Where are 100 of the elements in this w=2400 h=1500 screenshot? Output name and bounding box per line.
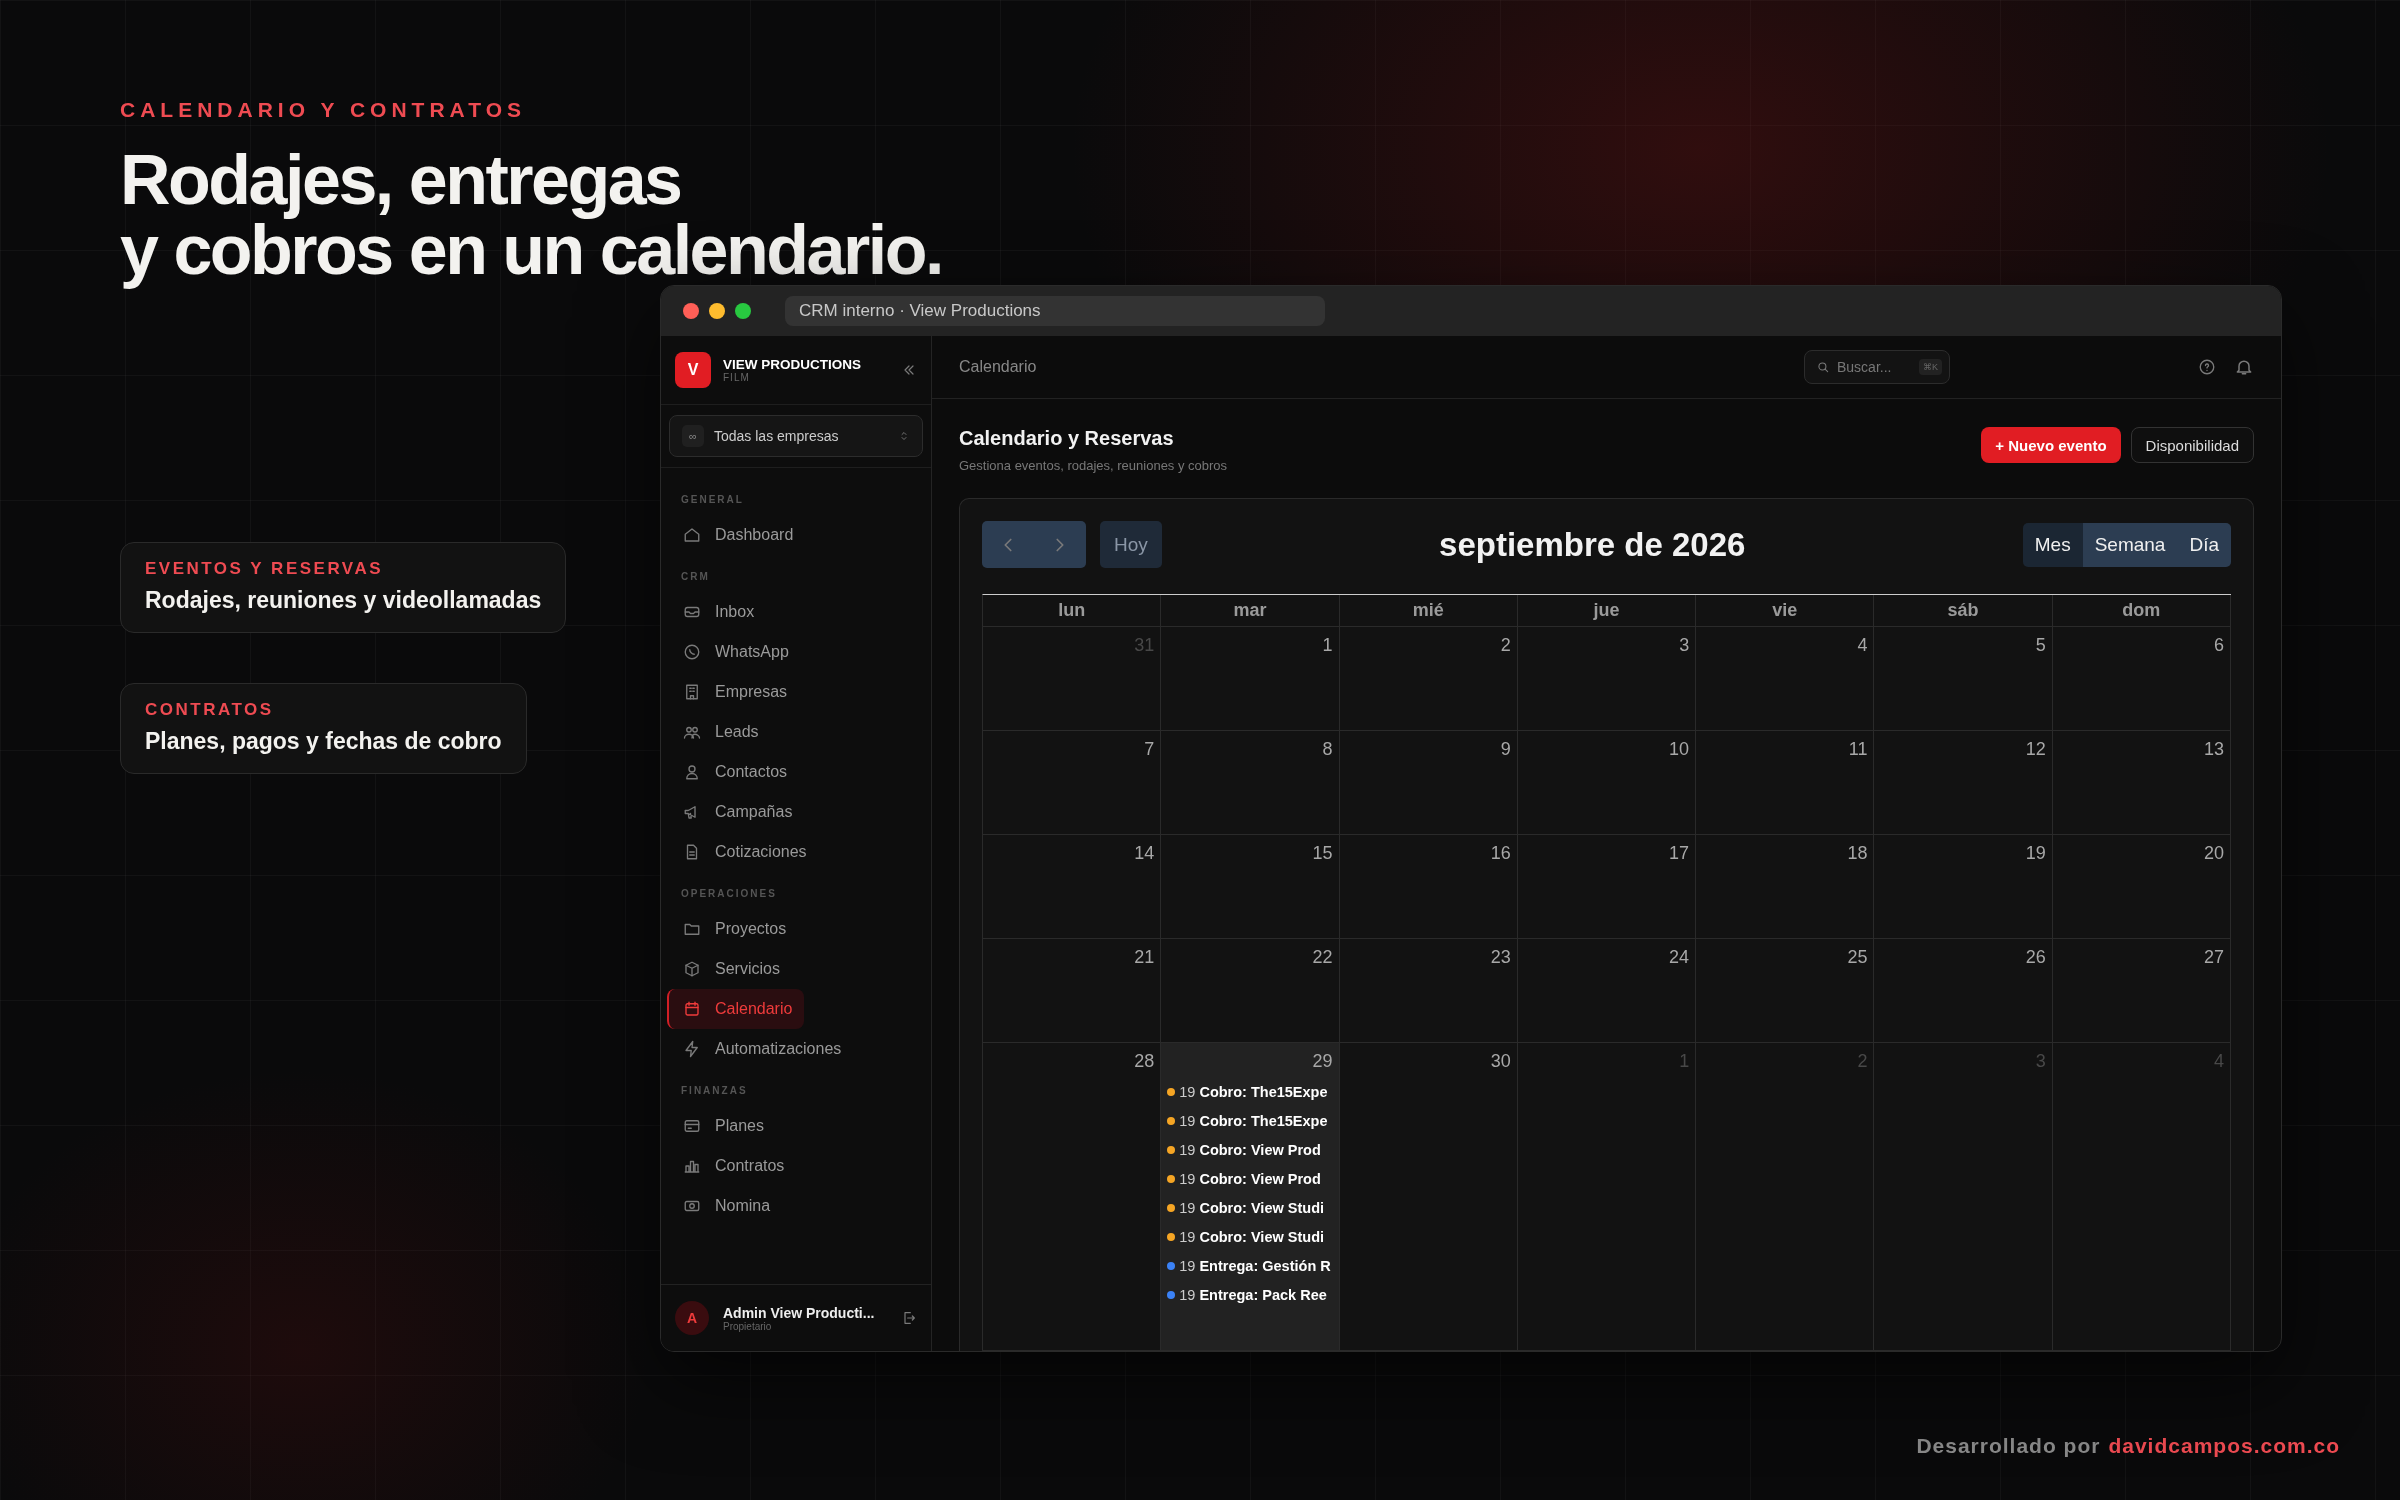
weekday-header: sáb [1874, 595, 2053, 627]
day-cell[interactable]: 15 [1161, 835, 1340, 939]
day-number: 15 [1312, 843, 1333, 864]
day-cell[interactable]: 13 [2052, 731, 2231, 835]
day-cell[interactable]: 26 [1874, 939, 2053, 1043]
day-cell[interactable]: 5 [1874, 627, 2053, 731]
calendar-event[interactable]: 19 Cobro: The15Expe [1167, 1084, 1333, 1100]
sidebar-item[interactable]: Contratos [667, 1146, 925, 1186]
day-number: 9 [1500, 739, 1511, 760]
sidebar-item[interactable]: Contactos [667, 752, 925, 792]
company-picker[interactable]: ∞ Todas las empresas [669, 415, 923, 457]
section-heading: CRM [680, 571, 711, 582]
weekday-header: lun [983, 595, 1162, 627]
day-cell[interactable]: 23 [1339, 939, 1518, 1043]
view-tab[interactable]: Día [2177, 522, 2231, 567]
day-number: 7 [1144, 739, 1155, 760]
sidebar-item[interactable]: Proyectos [667, 909, 925, 949]
day-cell[interactable]: 11 [1696, 731, 1875, 835]
new-event-button[interactable]: + Nuevo evento [1981, 427, 2121, 463]
day-cell[interactable]: 4 [1696, 627, 1875, 731]
day-cell[interactable]: 14 [983, 835, 1162, 939]
day-cell[interactable]: 3 [1517, 627, 1697, 731]
cube-icon [683, 960, 701, 978]
home-icon [683, 526, 701, 544]
day-cell[interactable]: 30 [1339, 1043, 1518, 1351]
credit-card-icon [683, 1117, 701, 1135]
sidebar-item[interactable]: Planes [667, 1106, 925, 1146]
sidebar-item[interactable]: Calendario [667, 989, 805, 1029]
calendar-event[interactable]: 19 Cobro: View Prod [1167, 1171, 1333, 1187]
day-cell[interactable]: 24 [1517, 939, 1697, 1043]
weekday-header: jue [1517, 595, 1697, 627]
day-cell[interactable]: 16 [1339, 835, 1518, 939]
day-cell[interactable]: 21 [983, 939, 1162, 1043]
window-title: CRM interno · View Productions [785, 296, 1325, 326]
sidebar-item[interactable]: Leads [667, 712, 925, 752]
maximize-button[interactable] [735, 303, 751, 319]
day-number: 4 [1857, 635, 1868, 656]
day-cell[interactable]: 19 [1874, 835, 2053, 939]
user-role: Propietario [723, 1320, 773, 1332]
day-number: 21 [1134, 947, 1155, 968]
sidebar-item[interactable]: Inbox [667, 592, 925, 632]
building-icon [683, 683, 701, 701]
logout-icon [901, 1310, 917, 1326]
view-tab[interactable]: Mes [2022, 522, 2083, 567]
minimize-button[interactable] [709, 303, 725, 319]
day-number: 17 [1669, 843, 1690, 864]
day-cell[interactable]: 9 [1339, 731, 1518, 835]
lightning-icon [683, 1040, 701, 1058]
section-heading: GENERAL [680, 494, 745, 505]
section-heading: OPERACIONES [680, 888, 778, 899]
day-cell[interactable]: 8 [1161, 731, 1340, 835]
today-button[interactable]: Hoy [1100, 521, 1162, 568]
sidebar-item[interactable]: WhatsApp [667, 632, 925, 672]
feature-text: Rodajes, reuniones y videollamadas [145, 587, 542, 614]
weekday-header: mié [1339, 595, 1518, 627]
feature-label: EVENTOS Y RESERVAS [145, 559, 385, 579]
sidebar-item[interactable]: Dashboard [667, 515, 925, 555]
calendar-event[interactable]: 19 Cobro: View Studi [1167, 1200, 1333, 1216]
availability-button[interactable]: Disponibilidad [2130, 427, 2254, 463]
day-cell[interactable]: 18 [1696, 835, 1875, 939]
day-cell[interactable]: 25 [1696, 939, 1875, 1043]
section-heading: FINANZAS [680, 1085, 749, 1096]
sidebar-item[interactable]: Campañas [667, 792, 925, 832]
day-number: 1 [1322, 635, 1333, 656]
sidebar-item[interactable]: Nomina [667, 1186, 925, 1226]
sidebar-item[interactable]: Empresas [667, 672, 925, 712]
calendar-event[interactable]: 19 Cobro: The15Expe [1167, 1113, 1333, 1129]
day-cell[interactable]: 10 [1517, 731, 1697, 835]
shortcut-hint: ⌘K [1919, 359, 1942, 375]
calendar-event[interactable]: 19 Entrega: Pack Ree [1167, 1287, 1333, 1303]
weekday-header: mar [1161, 595, 1340, 627]
day-cell[interactable]: 7 [983, 731, 1162, 835]
calendar-event[interactable]: 19 Cobro: View Studi [1167, 1229, 1333, 1245]
breadcrumb: Calendario [959, 358, 1038, 376]
day-cell[interactable]: 27 [2052, 939, 2231, 1043]
day-cell[interactable]: 2 [1339, 627, 1518, 731]
day-number: 30 [1490, 1051, 1511, 1072]
day-number: 24 [1669, 947, 1690, 968]
sidebar-item[interactable]: Automatizaciones [667, 1029, 925, 1069]
day-cell[interactable]: 6 [2052, 627, 2231, 731]
day-cell[interactable]: 1 [1161, 627, 1340, 731]
close-button[interactable] [683, 303, 699, 319]
sidebar-item[interactable]: Servicios [667, 949, 925, 989]
chevron-updown-icon [898, 430, 910, 442]
calendar-event[interactable]: 19 Cobro: View Prod [1167, 1142, 1333, 1158]
credit-link[interactable]: davidcampos.com.co [2108, 1434, 2340, 1458]
help-icon [2198, 358, 2216, 376]
day-number: 20 [2203, 843, 2224, 864]
day-cell[interactable]: 17 [1517, 835, 1697, 939]
day-number: 10 [1669, 739, 1690, 760]
day-number: 18 [1847, 843, 1868, 864]
calendar-event[interactable]: 19 Entrega: Gestión R [1167, 1258, 1333, 1274]
sidebar-item[interactable]: Cotizaciones [667, 832, 925, 872]
view-tab[interactable]: Semana [2082, 522, 2178, 567]
day-cell[interactable]: 12 [1874, 731, 2053, 835]
day-number: 12 [2025, 739, 2046, 760]
chat-bubble-icon [683, 643, 701, 661]
day-cell[interactable]: 29 19 Cobro: The15Expe 19 Cobro: The15Expe 19 Cobro: View Prod 19 Cobro: View Prod 19 Cobro: View Studi 19 Cobro: View Studi 19 Entrega: Gestión R 19 Entrega: Pack Ree [1161, 1043, 1340, 1351]
day-number: 19 [2025, 843, 2046, 864]
day-cell[interactable]: 20 [2052, 835, 2231, 939]
